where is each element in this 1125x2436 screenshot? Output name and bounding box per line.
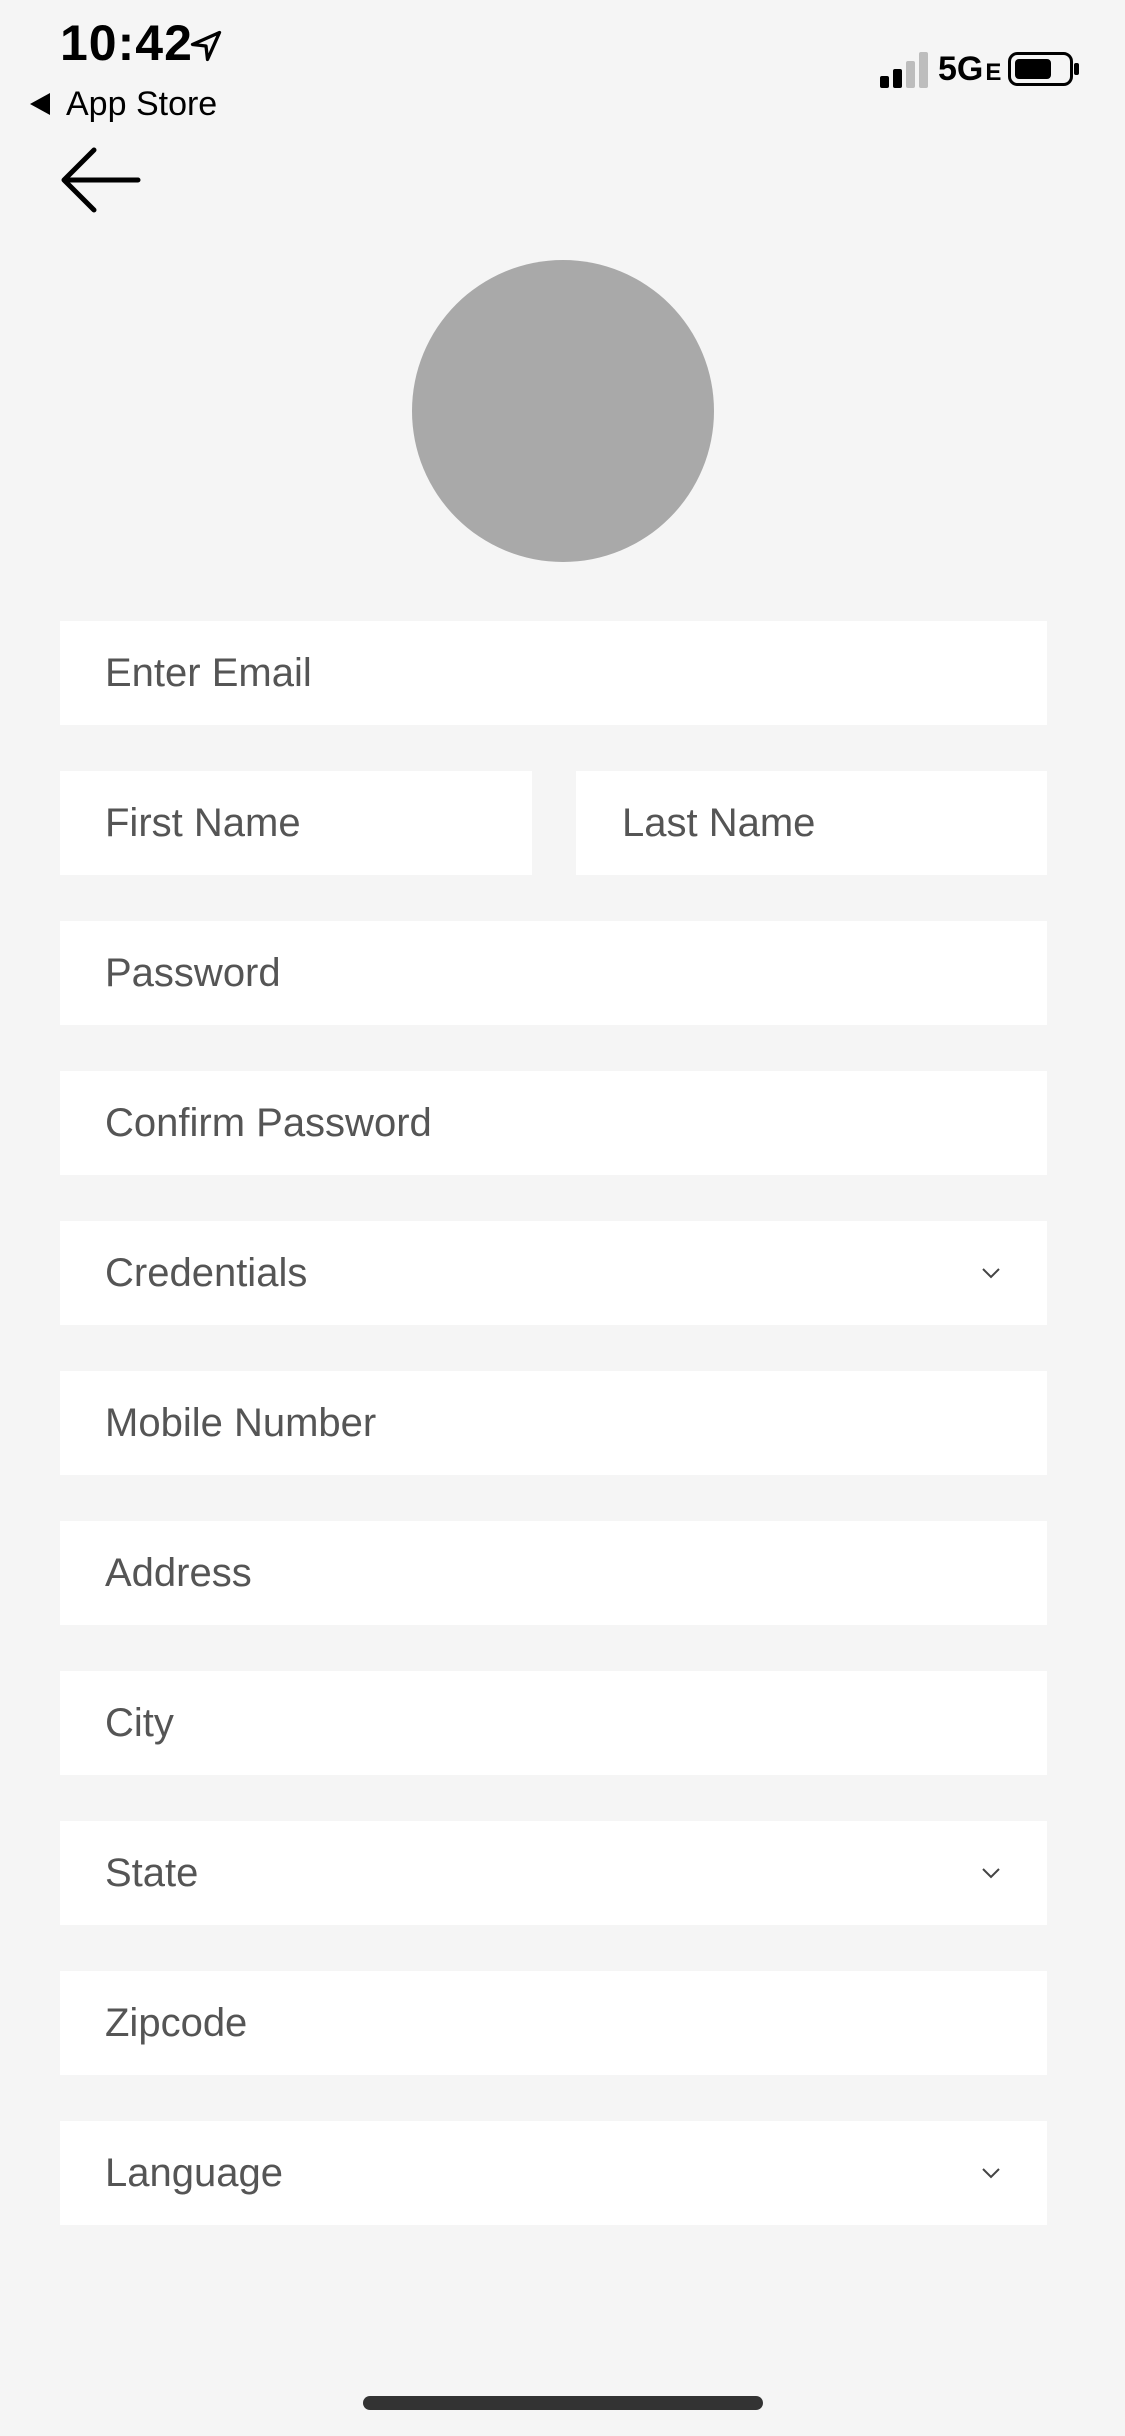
state-label: State — [105, 1850, 199, 1895]
mobile-number-field[interactable]: Mobile Number — [60, 1371, 1047, 1475]
chevron-down-icon — [982, 1868, 1000, 1879]
confirm-password-placeholder: Confirm Password — [105, 1100, 432, 1145]
back-triangle-icon — [30, 93, 50, 115]
address-placeholder: Address — [105, 1550, 252, 1595]
first-name-placeholder: First Name — [105, 800, 301, 845]
password-field[interactable]: Password — [60, 921, 1047, 1025]
location-arrow-icon — [190, 30, 222, 62]
password-placeholder: Password — [105, 950, 281, 995]
address-field[interactable]: Address — [60, 1521, 1047, 1625]
arrow-left-icon[interactable] — [58, 146, 142, 214]
credentials-label: Credentials — [105, 1250, 308, 1295]
chevron-down-icon — [982, 1268, 1000, 1279]
email-field[interactable]: Enter Email — [60, 621, 1047, 725]
battery-icon — [1008, 52, 1079, 86]
status-time: 10:42 — [60, 15, 193, 71]
back-app-label: App Store — [66, 84, 218, 123]
city-field[interactable]: City — [60, 1671, 1047, 1775]
last-name-field[interactable]: Last Name — [576, 771, 1047, 875]
first-name-field[interactable]: First Name — [60, 771, 532, 875]
language-label: Language — [105, 2150, 283, 2195]
home-indicator[interactable] — [363, 2396, 763, 2410]
language-select[interactable]: Language — [60, 2121, 1047, 2225]
network-suffix: E — [985, 59, 1002, 86]
back-to-app-store[interactable]: App Store — [30, 82, 217, 126]
zipcode-placeholder: Zipcode — [105, 2000, 248, 2045]
confirm-password-field[interactable]: Confirm Password — [60, 1071, 1047, 1175]
email-placeholder: Enter Email — [105, 650, 312, 695]
avatar[interactable] — [412, 260, 714, 562]
credentials-select[interactable]: Credentials — [60, 1221, 1047, 1325]
status-bar: 10:42 App Store 5GE — [0, 0, 1125, 130]
last-name-placeholder: Last Name — [622, 800, 816, 845]
network-label: 5G — [938, 50, 984, 88]
network-indicator: 5GE — [938, 50, 1001, 89]
state-select[interactable]: State — [60, 1821, 1047, 1925]
chevron-down-icon — [982, 2168, 1000, 2179]
signal-bars-icon — [880, 52, 928, 88]
zipcode-field[interactable]: Zipcode — [60, 1971, 1047, 2075]
city-placeholder: City — [105, 1700, 174, 1745]
mobile-number-placeholder: Mobile Number — [105, 1400, 377, 1445]
